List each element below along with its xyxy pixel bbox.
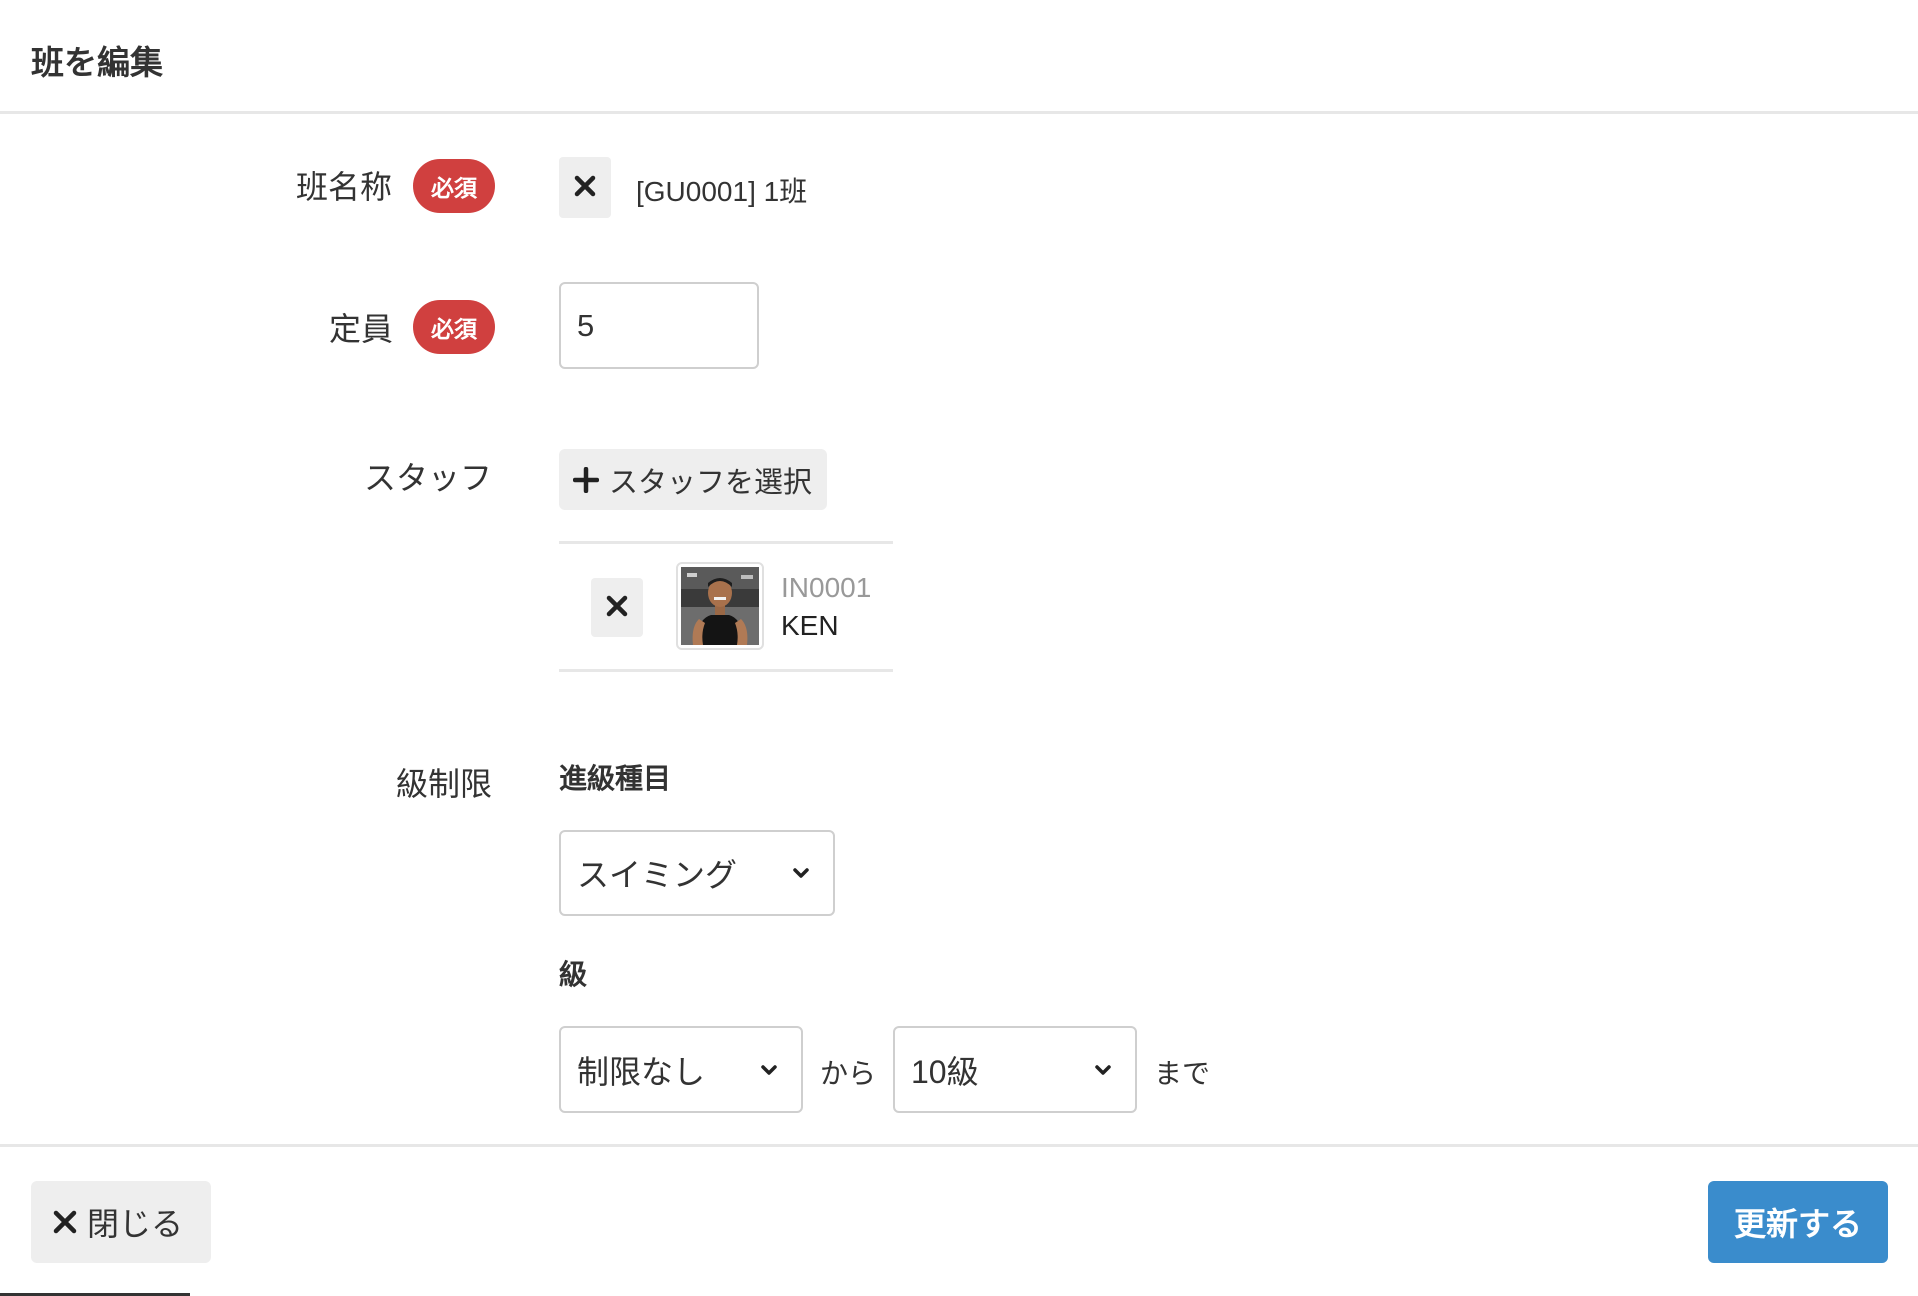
modal-header: 班を編集 xyxy=(0,0,1918,114)
capacity-input[interactable]: 5 xyxy=(559,282,759,369)
event-select-value: スイミング xyxy=(577,857,738,893)
required-badge: 必須 xyxy=(413,300,495,354)
from-text: から xyxy=(820,1058,877,1089)
select-staff-label: スタッフを選択 xyxy=(609,466,813,499)
select-staff-button[interactable]: スタッフを選択 xyxy=(559,449,827,510)
group-name-value: [GU0001] 1班 xyxy=(636,176,808,207)
close-button-label: 閉じる xyxy=(87,1206,184,1242)
grade-from-select[interactable]: 制限なし xyxy=(559,1026,803,1113)
event-label: 進級種目 xyxy=(559,763,672,794)
staff-avatar xyxy=(676,562,764,650)
grade-to-value: 10級 xyxy=(911,1053,979,1090)
staff-code: IN0001 xyxy=(781,572,872,603)
to-text: まで xyxy=(1154,1058,1211,1089)
chevron-down-icon xyxy=(793,868,809,878)
grade-from-value: 制限なし xyxy=(577,1053,706,1090)
capacity-value: 5 xyxy=(577,307,595,343)
staff-label: スタッフ xyxy=(364,460,493,496)
close-icon xyxy=(606,591,628,625)
modal-title: 班を編集 xyxy=(31,44,163,81)
staff-name: KEN xyxy=(781,610,839,641)
grade-label: 級 xyxy=(559,959,588,990)
required-badge: 必須 xyxy=(413,159,495,213)
footer-divider xyxy=(0,1144,1918,1147)
group-name-label: 班名称 xyxy=(296,169,393,205)
grade-to-select[interactable]: 10級 xyxy=(893,1026,1137,1113)
plus-icon xyxy=(573,466,599,493)
event-select[interactable]: スイミング xyxy=(559,830,835,916)
close-button[interactable]: 閉じる xyxy=(31,1181,211,1263)
staff-photo-image xyxy=(681,567,759,645)
clear-group-button[interactable] xyxy=(559,157,611,218)
capacity-label: 定員 xyxy=(329,311,394,347)
grade-limit-label: 級制限 xyxy=(396,766,493,802)
chevron-down-icon xyxy=(1095,1064,1111,1075)
chevron-down-icon xyxy=(761,1064,777,1075)
close-icon xyxy=(53,1210,77,1234)
close-icon xyxy=(574,171,596,205)
update-button[interactable]: 更新する xyxy=(1708,1181,1888,1263)
remove-staff-button[interactable] xyxy=(591,578,643,637)
